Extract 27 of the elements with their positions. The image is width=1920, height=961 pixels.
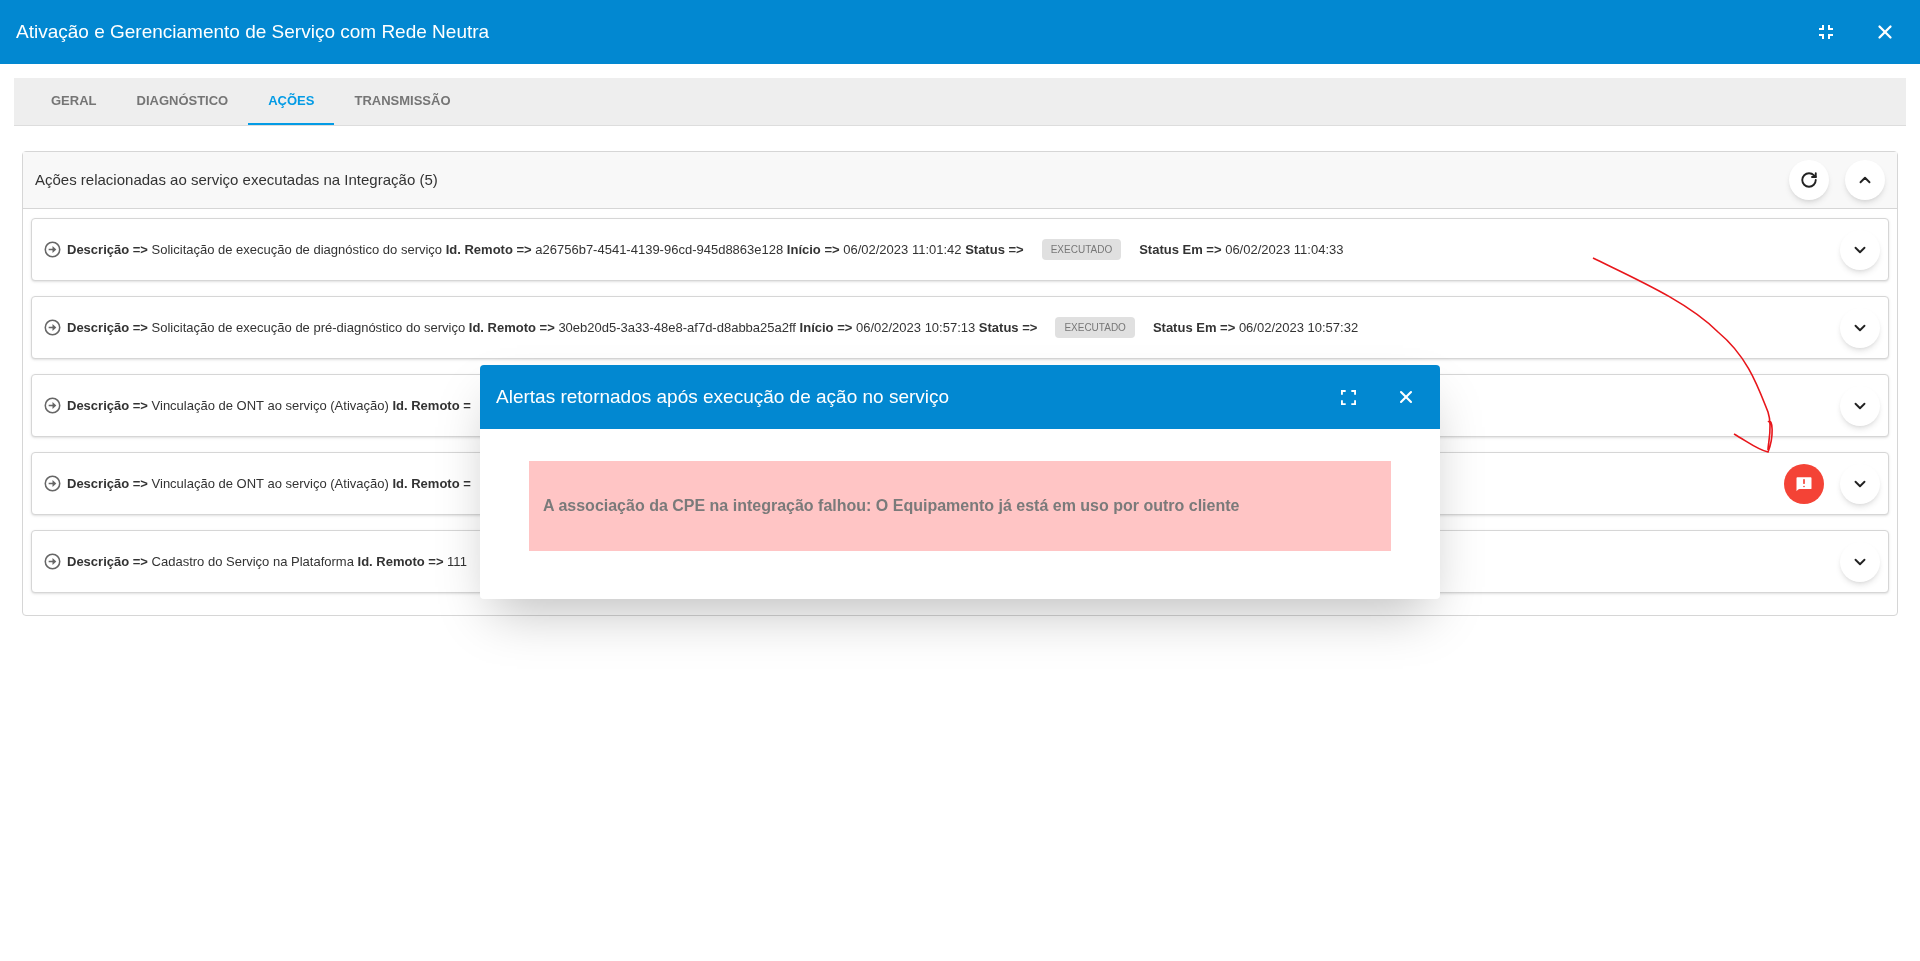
tab[interactable]: DIAGNÓSTICO (116, 78, 249, 125)
tab[interactable]: AÇÕES (248, 78, 335, 125)
arrow-circle-icon (44, 553, 61, 570)
action-details: Descrição => Solicitação de execução de pré-diagnóstico do serviço Id. Remoto => 30eb20d5-3a33-48e8-af7d-d8abba25a2ff Início => 06/02/2023 10:57:13 Status => (67, 318, 1038, 337)
alert-button[interactable] (1784, 463, 1824, 504)
action-details: Descrição => Cadastro do Serviço na Plataforma Id. Remoto => 111 (67, 552, 467, 571)
action-details: Descrição => Vinculação de ONT ao serviço (Ativação) Id. Remoto = (67, 474, 471, 493)
status-date: Status Em => 06/02/2023 10:57:32 (1152, 318, 1359, 337)
action-details: Descrição => Solicitação de execução de diagnóstico do serviço Id. Remoto => a26756b7-4541-4139-96cd-945d8863e128 Início => 06/02/2023 11:01:42 Status => (67, 240, 1024, 259)
status-badge: EXECUTADO (1041, 239, 1122, 260)
fullscreen-icon[interactable] (1341, 389, 1356, 405)
refresh-icon (1800, 171, 1818, 189)
action-details: Descrição => Vinculação de ONT ao serviço (Ativação) Id. Remoto = (67, 396, 471, 415)
alert-message: A associação da CPE na integração falhou: O Equipamento já está em uso por outro cliente (529, 461, 1391, 551)
arrow-circle-icon (44, 241, 61, 258)
tab[interactable]: GERAL (31, 78, 117, 125)
dialog-title: Alertas retornados após execução de ação no serviço (496, 384, 950, 409)
status-badge: EXECUTADO (1055, 317, 1135, 338)
status-date: Status Em => 06/02/2023 11:04:33 (1139, 240, 1344, 259)
refresh-button[interactable] (1789, 160, 1829, 200)
tab[interactable]: TRANSMISSÃO (334, 78, 471, 125)
panel-title: Ações relacionadas ao serviço executadas na Integração (5) (35, 169, 438, 190)
exit-fullscreen-icon[interactable] (1818, 24, 1834, 40)
window-title: Ativação e Gerenciamento de Serviço com Rede Neutra (16, 19, 490, 44)
arrow-circle-icon (44, 397, 61, 414)
arrow-circle-icon (44, 475, 61, 492)
arrow-circle-icon (44, 319, 61, 336)
